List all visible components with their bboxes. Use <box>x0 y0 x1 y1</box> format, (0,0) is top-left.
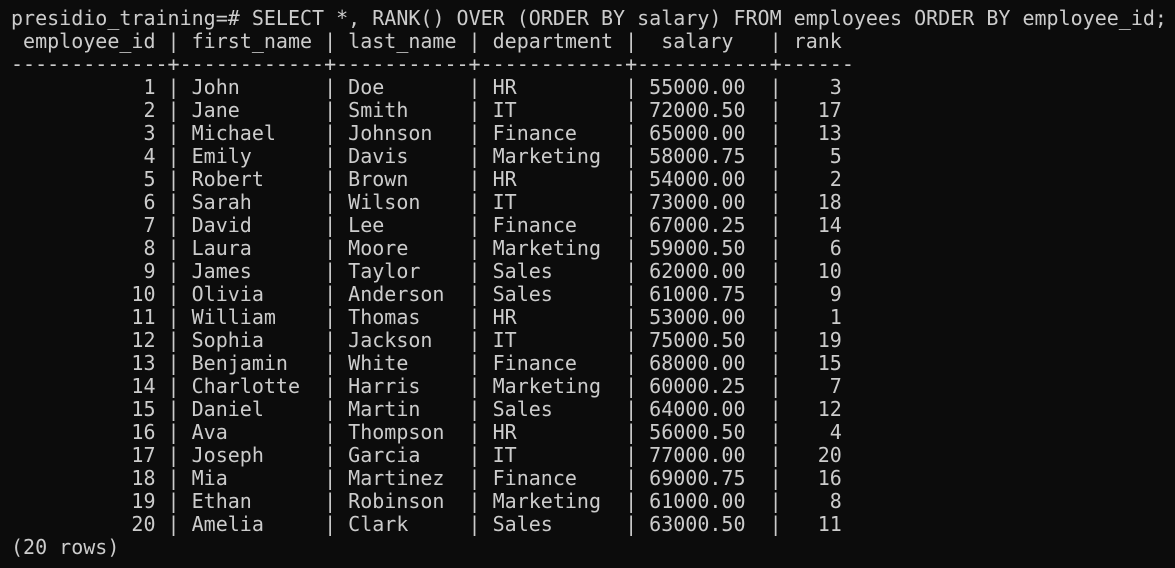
table-row: 20 | Amelia | Clark | Sales | 63000.50 |… <box>11 513 842 536</box>
table-row: 15 | Daniel | Martin | Sales | 64000.00 … <box>11 398 842 421</box>
command-line: presidio_training=# SELECT *, RANK() OVE… <box>11 7 1175 30</box>
result-header: employee_id | first_name | last_name | d… <box>11 30 842 53</box>
table-row: 7 | David | Lee | Finance | 67000.25 | 1… <box>11 214 842 237</box>
table-row: 11 | William | Thomas | HR | 53000.00 | … <box>11 306 842 329</box>
table-row: 14 | Charlotte | Harris | Marketing | 60… <box>11 375 842 398</box>
result-rows: 1 | John | Doe | HR | 55000.00 | 3 2 | J… <box>11 76 1175 536</box>
table-row: 17 | Joseph | Garcia | IT | 77000.00 | 2… <box>11 444 842 467</box>
shell-prompt: presidio_training=# <box>11 7 240 30</box>
table-row: 16 | Ava | Thompson | HR | 56000.50 | 4 <box>11 421 842 444</box>
table-row: 13 | Benjamin | White | Finance | 68000.… <box>11 352 842 375</box>
table-row: 8 | Laura | Moore | Marketing | 59000.50… <box>11 237 842 260</box>
sql-query: SELECT *, RANK() OVER (ORDER BY salary) … <box>251 7 1167 30</box>
table-row: 3 | Michael | Johnson | Finance | 65000.… <box>11 122 842 145</box>
table-row: 10 | Olivia | Anderson | Sales | 61000.7… <box>11 283 842 306</box>
terminal-window[interactable]: presidio_training=# SELECT *, RANK() OVE… <box>0 0 1175 568</box>
table-row: 1 | John | Doe | HR | 55000.00 | 3 <box>11 76 842 99</box>
result-divider: -------------+------------+-----------+-… <box>11 53 854 76</box>
table-row: 5 | Robert | Brown | HR | 54000.00 | 2 <box>11 168 842 191</box>
table-row: 18 | Mia | Martinez | Finance | 69000.75… <box>11 467 842 490</box>
table-row: 12 | Sophia | Jackson | IT | 75000.50 | … <box>11 329 842 352</box>
table-row: 2 | Jane | Smith | IT | 72000.50 | 17 <box>11 99 842 122</box>
row-count-footer: (20 rows) <box>11 536 120 559</box>
table-row: 19 | Ethan | Robinson | Marketing | 6100… <box>11 490 842 513</box>
table-row: 6 | Sarah | Wilson | IT | 73000.00 | 18 <box>11 191 842 214</box>
table-row: 4 | Emily | Davis | Marketing | 58000.75… <box>11 145 842 168</box>
table-row: 9 | James | Taylor | Sales | 62000.00 | … <box>11 260 842 283</box>
